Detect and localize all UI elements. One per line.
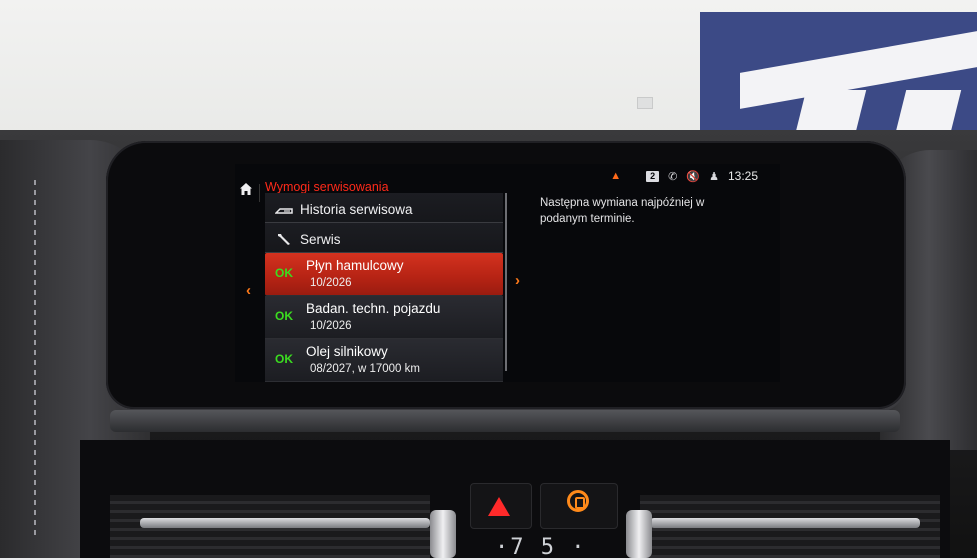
vent-knob-right[interactable] [626,510,652,558]
menu-item-label: Serwis [300,232,341,247]
clock: 13:25 [727,169,758,183]
climate-readout: ·7 5 · [495,535,587,560]
service-item-name: Badan. techn. pojazdu [306,301,441,316]
service-item-due: 10/2026 [310,320,352,332]
service-item-due: 08/2027, w 17000 km [310,363,420,375]
idrive-screen: Wymogi serwisowania ▲ 2 ✆ 🔇 ♟ 13:25 ‹ Hi… [235,164,780,382]
dashboard-trim [110,410,900,432]
wrench-icon [278,234,290,245]
home-icon[interactable] [239,182,253,196]
header-divider [259,184,260,202]
menu-item-label: Historia serwisowa [300,202,413,217]
phone-signal-icon: ✆ [668,170,678,183]
service-item-name: Olej silnikowy [306,344,388,359]
page-title: Wymogi serwisowania [265,180,389,194]
service-menu: Historia serwisowa Serwis OK Płyn hamulc… [265,193,507,382]
service-item-name: Płyn hamulcowy [306,258,404,273]
service-item-brake-fluid[interactable]: OK Płyn hamulcowy 10/2026 [265,253,503,296]
ok-status-badge: OK [275,309,293,323]
menu-item-service[interactable]: Serwis [265,223,503,253]
detail-text: Następna wymiana najpóźniej w podanym te… [540,197,705,225]
notification-badge[interactable]: 2 [646,170,660,182]
chevron-up-icon[interactable]: ▲ [610,170,621,182]
wall-socket [637,97,653,109]
vent-slat-right [650,518,920,528]
service-item-inspection[interactable]: OK Badan. techn. pojazdu 10/2026 [265,296,503,339]
back-arrow-icon[interactable]: ‹ [246,282,251,299]
ok-status-badge: OK [275,266,293,280]
user-icon: ♟ [709,170,719,183]
service-history-icon [275,208,293,214]
hazard-icon [488,497,510,516]
service-item-due: 10/2026 [310,277,352,289]
service-item-engine-oil[interactable]: OK Olej silnikowy 08/2027, w 17000 km [265,339,503,382]
status-bar: ▲ 2 ✆ 🔇 ♟ 13:25 [610,168,758,184]
lock-icon [567,490,589,512]
list-scroll-rail[interactable] [505,193,507,371]
ok-status-badge: OK [275,352,293,366]
forward-arrow-icon[interactable]: › [515,272,520,289]
mute-icon: 🔇 [686,170,701,183]
vent-slat-left [140,518,430,528]
vent-knob-left[interactable] [430,510,456,558]
menu-item-service-history[interactable]: Historia serwisowa [265,193,503,223]
